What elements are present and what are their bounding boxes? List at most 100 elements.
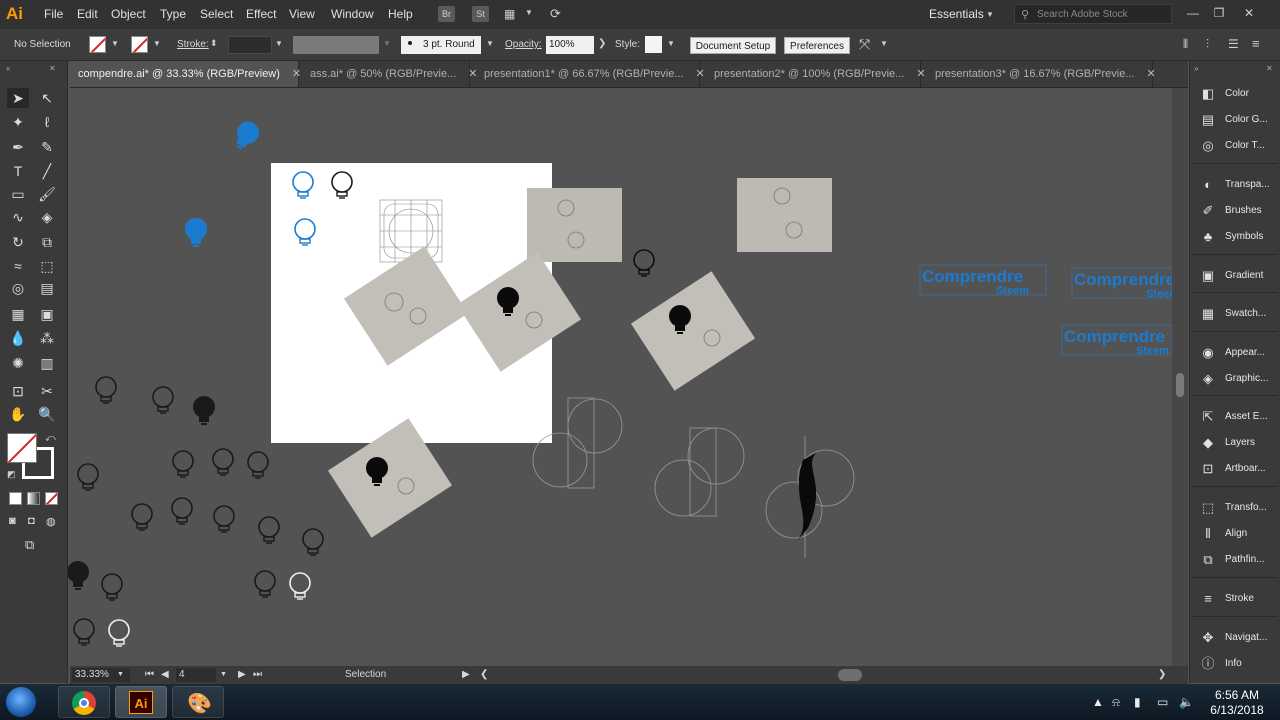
gpu-performance-icon[interactable]: ⟳ xyxy=(550,6,561,22)
close-icon[interactable]: ✕ xyxy=(1147,68,1156,80)
network-icon[interactable]: ▮ xyxy=(1134,695,1141,709)
first-artboard-icon[interactable]: ⏮ xyxy=(145,669,154,680)
tab-compendre[interactable]: compendre.ai* @ 33.33% (RGB/Preview) ✕ xyxy=(70,61,301,87)
tab-ass[interactable]: ass.ai* @ 50% (RGB/Previe... ✕ xyxy=(302,61,478,87)
panel-pathfinder[interactable]: ⧉ Pathfin... xyxy=(1190,547,1280,573)
draw-behind-icon[interactable]: ◘ xyxy=(28,515,35,527)
stock-button[interactable]: St xyxy=(472,6,489,22)
tab-presentation3[interactable]: presentation3* @ 16.67% (RGB/Previe... ✕ xyxy=(927,61,1156,87)
scrollbar-thumb[interactable] xyxy=(1176,373,1184,397)
canvas-area[interactable]: Comprendre Steem Comprendre Steem Compre… xyxy=(68,88,1172,666)
scroll-left-icon[interactable]: ❮ xyxy=(480,669,488,680)
warp-tool-icon[interactable]: ≈ xyxy=(7,256,29,276)
panel-asset-export[interactable]: ⇱ Asset E... xyxy=(1190,404,1280,430)
curvature-tool-icon[interactable]: ✎ xyxy=(36,137,58,157)
volume-icon[interactable]: 🔈 xyxy=(1179,695,1194,709)
panel-transform[interactable]: ⬚ Transfo... xyxy=(1190,495,1280,521)
panel-align[interactable]: ⫴ Align xyxy=(1190,521,1280,547)
maximize-button[interactable]: ❐ xyxy=(1210,5,1228,21)
close-icon[interactable]: ✕ xyxy=(49,64,56,73)
chevron-right-icon[interactable]: ❯ xyxy=(598,38,606,49)
tab-presentation2[interactable]: presentation2* @ 100% (RGB/Previe... ✕ xyxy=(706,61,926,87)
menu-window[interactable]: Window xyxy=(331,7,374,21)
menu-edit[interactable]: Edit xyxy=(77,7,98,21)
start-button[interactable] xyxy=(6,687,36,717)
draw-inside-icon[interactable]: ◍ xyxy=(46,515,56,528)
shape-builder-tool-icon[interactable]: ◎ xyxy=(7,278,29,298)
close-icon[interactable]: ✕ xyxy=(916,68,925,80)
bridge-button[interactable]: Br xyxy=(438,6,455,22)
collapse-icon[interactable]: « xyxy=(6,64,10,73)
panel-swatches[interactable]: ▦ Swatch... xyxy=(1190,301,1280,327)
screen-mode-icon[interactable]: ⧉ xyxy=(25,537,34,553)
chevron-down-icon[interactable]: ▼ xyxy=(667,39,675,48)
panel-stroke[interactable]: ≡ Stroke xyxy=(1190,586,1280,612)
shaper-tool-icon[interactable]: ∿ xyxy=(7,207,29,227)
opacity-label[interactable]: Opacity: xyxy=(505,39,542,50)
none-mode-icon[interactable] xyxy=(45,492,58,505)
menu-file[interactable]: File xyxy=(44,7,63,21)
panel-graphic-styles[interactable]: ◈ Graphic... xyxy=(1190,366,1280,392)
paint-taskbar-button[interactable]: 🎨 xyxy=(172,686,224,718)
eraser-tool-icon[interactable]: ◈ xyxy=(36,207,58,227)
menu-view[interactable]: View xyxy=(289,7,315,21)
symbol-sprayer-tool-icon[interactable]: ✺ xyxy=(7,353,29,373)
close-window-button[interactable]: ✕ xyxy=(1240,5,1258,21)
pen-tool-icon[interactable]: ✒ xyxy=(7,137,29,157)
lasso-tool-icon[interactable]: ℓ xyxy=(36,112,58,132)
tab-presentation1[interactable]: presentation1* @ 66.67% (RGB/Previe... ✕ xyxy=(476,61,705,87)
chevron-down-icon[interactable]: ▼ xyxy=(275,39,283,48)
chevron-down-icon[interactable]: ▼ xyxy=(111,39,119,48)
preferences-button[interactable]: Preferences xyxy=(784,37,850,54)
panel-appearance[interactable]: ◉ Appear... xyxy=(1190,340,1280,366)
document-setup-button[interactable]: Document Setup xyxy=(690,37,776,54)
hand-tool-icon[interactable]: ✋ xyxy=(7,404,29,424)
horizontal-scrollbar-thumb[interactable] xyxy=(838,669,862,681)
chevron-down-icon[interactable]: ▼ xyxy=(220,671,227,678)
close-icon[interactable]: ✕ xyxy=(696,68,705,80)
close-icon[interactable]: ✕ xyxy=(292,68,301,80)
free-transform-tool-icon[interactable]: ⬚ xyxy=(36,256,58,276)
paintbrush-tool-icon[interactable]: 🖌 xyxy=(36,184,58,204)
scale-tool-icon[interactable]: ⧉ xyxy=(36,232,58,252)
chevron-down-icon[interactable]: ▼ xyxy=(986,10,994,19)
stroke-swatch[interactable] xyxy=(131,36,148,53)
align-icon[interactable]: ⫴ xyxy=(1183,37,1188,52)
panel-symbols[interactable]: ♣ Symbols xyxy=(1190,224,1280,250)
fill-swatch[interactable] xyxy=(89,36,106,53)
panel-navigator[interactable]: ✥ Navigat... xyxy=(1190,625,1280,651)
previous-artboard-icon[interactable]: ◀ xyxy=(161,669,169,680)
stroke-label[interactable]: Stroke: xyxy=(177,39,209,50)
chevron-down-icon[interactable]: ▼ xyxy=(153,39,161,48)
panel-layers[interactable]: ◆ Layers xyxy=(1190,430,1280,456)
slice-tool-icon[interactable]: ✂ xyxy=(36,381,58,401)
panel-color-guide[interactable]: ▤ Color G... xyxy=(1190,107,1280,133)
expand-panels-icon[interactable]: » xyxy=(1194,64,1198,73)
chevron-down-icon[interactable]: ▼ xyxy=(880,39,888,48)
zoom-tool-icon[interactable]: 🔍 xyxy=(36,404,58,424)
brush-definition[interactable]: 3 pt. Round xyxy=(401,36,481,54)
options-icon[interactable]: ≡ xyxy=(1252,36,1260,51)
illustrator-taskbar-button[interactable]: Ai xyxy=(115,686,167,718)
line-tool-icon[interactable]: ╱ xyxy=(36,161,58,181)
chevron-down-icon[interactable]: ▼ xyxy=(383,39,391,48)
next-artboard-icon[interactable]: ▶ xyxy=(238,669,246,680)
chevron-down-icon[interactable]: ▼ xyxy=(525,8,533,17)
rotate-tool-icon[interactable]: ↻ xyxy=(7,232,29,252)
minimize-button[interactable]: — xyxy=(1184,5,1202,21)
transform-icon[interactable]: ⤧ xyxy=(859,36,870,53)
column-graph-tool-icon[interactable]: ▥ xyxy=(36,353,58,373)
menu-effect[interactable]: Effect xyxy=(246,7,276,21)
stock-search-input[interactable]: ⚲ Search Adobe Stock xyxy=(1014,4,1172,24)
distribute-icon[interactable]: ⫶ xyxy=(1206,37,1209,52)
panel-gradient[interactable]: ▣ Gradient xyxy=(1190,263,1280,289)
last-artboard-icon[interactable]: ⏭ xyxy=(253,669,262,680)
gradient-mode-icon[interactable] xyxy=(27,492,40,505)
swap-fill-stroke-icon[interactable]: ⤺ xyxy=(45,433,56,444)
magic-wand-tool-icon[interactable]: ✦ xyxy=(7,112,29,132)
device-icon[interactable]: ⍾ xyxy=(1112,695,1120,710)
eyedropper-tool-icon[interactable]: 💧 xyxy=(7,328,29,348)
rectangle-tool-icon[interactable]: ▭ xyxy=(7,184,29,204)
blend-tool-icon[interactable]: ⁂ xyxy=(36,328,58,348)
scroll-right-icon[interactable]: ❯ xyxy=(1158,669,1166,680)
